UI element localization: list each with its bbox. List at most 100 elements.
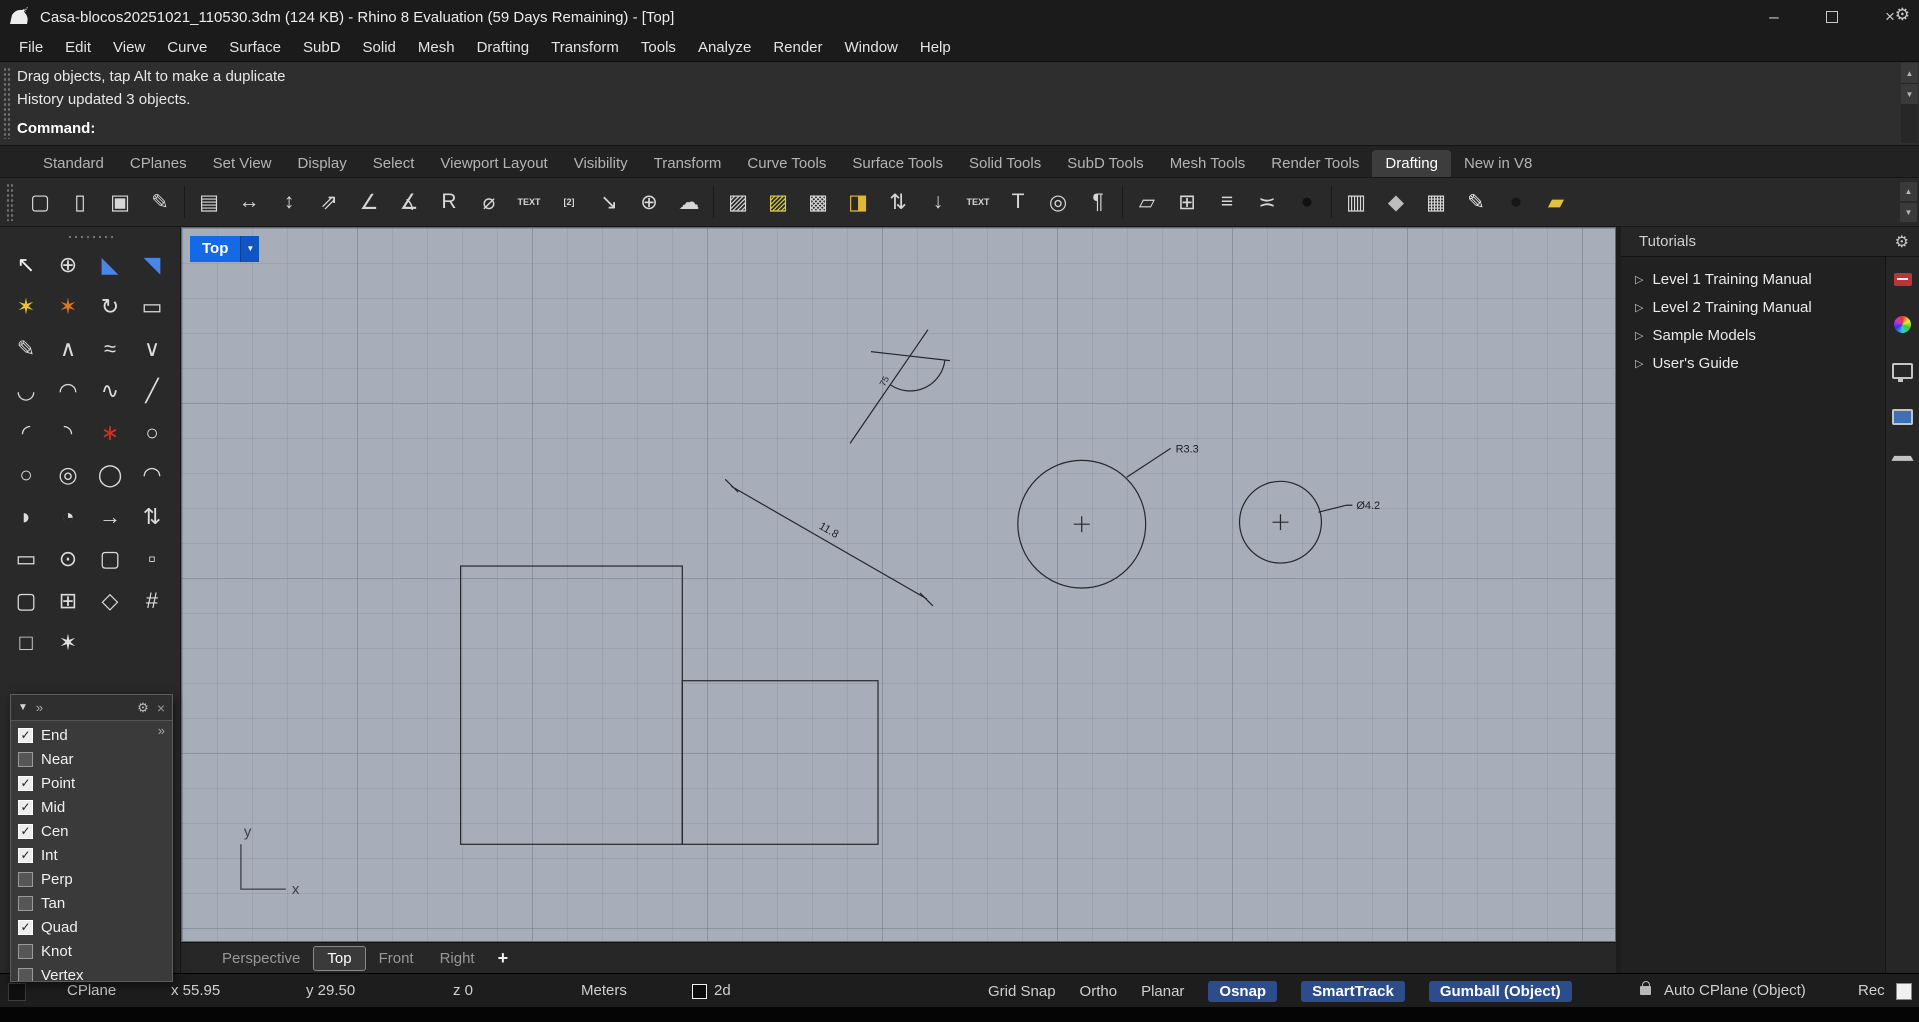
edit-template[interactable]: ✎ (140, 182, 180, 222)
toolbar-overflow-spinner[interactable]: ▲ ▼ (1900, 182, 1917, 223)
toolbar-tab[interactable]: Transform (641, 150, 735, 177)
tutorial-item[interactable]: ▷ User's Guide (1621, 349, 1885, 377)
osnap-item[interactable]: ✓ Near (11, 747, 172, 771)
tutorial-item[interactable]: ▷ Level 2 Training Manual (1621, 293, 1885, 321)
line-single[interactable]: ╱ (132, 371, 172, 411)
lock-icon[interactable] (1640, 981, 1651, 995)
model-box[interactable]: ◆ (1376, 182, 1416, 222)
menu-item[interactable]: Solid (352, 39, 407, 56)
hatch-yellow[interactable]: ▨ (758, 182, 798, 222)
menu-item[interactable]: Render (762, 39, 833, 56)
curve-through-points[interactable]: ∗ (90, 413, 130, 453)
select-brush[interactable]: ⊕ (48, 245, 88, 285)
learn-panel-icon[interactable] (1891, 455, 1914, 461)
menu-item[interactable]: Edit (54, 39, 102, 56)
dim-linear[interactable]: ↔ (229, 182, 269, 222)
menu-item[interactable]: Analyze (687, 39, 762, 56)
menu-item[interactable]: Drafting (466, 39, 541, 56)
menu-item[interactable]: Window (834, 39, 909, 56)
toolbar-tab[interactable]: Display (285, 150, 360, 177)
open-file[interactable]: ▯ (60, 182, 100, 222)
folder-open-yellow[interactable]: ▰ (1536, 182, 1576, 222)
scroll-up-button[interactable]: ▲ (1901, 63, 1918, 83)
tutorial-item[interactable]: ▷ Sample Models (1621, 321, 1885, 349)
osnap-item[interactable]: ✓ Perp (11, 867, 172, 891)
rounded-rect[interactable]: ▢ (6, 581, 46, 621)
osnap-overflow-icon[interactable]: » (158, 723, 165, 738)
viewport-tab[interactable]: Top (313, 945, 366, 971)
toolbar-tab[interactable]: Standard (30, 150, 117, 177)
toolbar-tab[interactable]: Surface Tools (839, 150, 956, 177)
curve-blend[interactable]: ◜ (6, 413, 46, 453)
print-layout[interactable]: ▥ (1336, 182, 1376, 222)
record-history-checkbox[interactable] (1896, 983, 1912, 1000)
expand-arrow-icon[interactable]: ▷ (1635, 301, 1643, 314)
osnap-item[interactable]: ✓ Int (11, 843, 172, 867)
record-history-label[interactable]: Rec (1858, 974, 1885, 1008)
menu-item[interactable]: View (102, 39, 156, 56)
align-spacing[interactable]: ≍ (1247, 182, 1287, 222)
checkbox[interactable]: ✓ (18, 727, 33, 743)
menu-item[interactable]: Curve (156, 39, 218, 56)
chevrons-icon[interactable]: » (36, 700, 43, 715)
color-wheel-icon[interactable] (1894, 316, 1911, 333)
panel-gear-icon[interactable]: ⚙ (1895, 232, 1909, 252)
toolbar-tab[interactable]: Select (360, 150, 428, 177)
screen-panel-icon[interactable] (1892, 409, 1913, 425)
layer-swatch[interactable] (692, 984, 707, 999)
osnap-item[interactable]: ✓ Point (11, 771, 172, 795)
viewport-tab[interactable]: Perspective (209, 947, 313, 970)
osnap-item[interactable]: ✓ Vertex (11, 963, 172, 981)
command-scrollbar[interactable]: ▲ ▼ (1901, 63, 1918, 143)
restore-button[interactable] (1803, 0, 1861, 34)
menu-item[interactable]: File (8, 39, 54, 56)
toolbar-tab[interactable]: SubD Tools (1054, 150, 1156, 177)
viewport-title-dropdown[interactable]: ▼ (240, 236, 260, 262)
checkbox[interactable]: ✓ (18, 919, 33, 935)
torus[interactable]: ⊙ (48, 539, 88, 579)
osnap-close-icon[interactable]: × (157, 700, 165, 716)
arc-tangent[interactable]: ◔ (48, 497, 88, 537)
menu-item[interactable]: SubD (292, 39, 352, 56)
leader[interactable]: ↘ (589, 182, 629, 222)
viewport-tab[interactable]: Front (366, 947, 427, 970)
drafting-pen[interactable]: ✎ (1456, 182, 1496, 222)
status-toggle[interactable]: Gumball (Object) (1428, 980, 1572, 1002)
command-area[interactable]: Drag objects, tap Alt to make a duplicat… (0, 62, 1919, 146)
osnap-item[interactable]: ✓ Mid (11, 795, 172, 819)
duplicate-sheet[interactable]: ▦ (1416, 182, 1456, 222)
tutorials-tab-icon[interactable] (1893, 273, 1912, 286)
rect-dashed[interactable]: ▫ (132, 539, 172, 579)
dim-radius[interactable]: R (429, 182, 469, 222)
expand-arrow-icon[interactable]: ▷ (1635, 329, 1643, 342)
curve-extend[interactable]: ◝ (48, 413, 88, 453)
angle-dimension-lines[interactable] (849, 329, 950, 444)
osnap-burst[interactable]: ✶ (6, 287, 46, 327)
viewport-title-button[interactable]: Top ▼ (190, 236, 260, 262)
osnap-item[interactable]: ✓ Knot (11, 939, 172, 963)
status-toggle[interactable]: Grid Snap (988, 983, 1056, 1000)
command-area-grip[interactable] (3, 67, 11, 139)
dim-evaluate[interactable]: ↓ (918, 182, 958, 222)
checkbox[interactable]: ✓ (18, 943, 33, 959)
viewport-top[interactable]: Top ▼ R3.3 Ø4.2 11.8 75 y x (181, 227, 1616, 942)
diameter-dimension-label[interactable]: Ø4.2 (1356, 500, 1380, 512)
match-properties[interactable]: ◨ (838, 182, 878, 222)
select-pointer[interactable]: ↖ (6, 245, 46, 285)
cplane-set[interactable]: ◣ (90, 245, 130, 285)
display-panel-icon[interactable] (1892, 363, 1913, 382)
toolbar-tab[interactable]: CPlanes (117, 150, 200, 177)
hatch[interactable]: ▨ (718, 182, 758, 222)
polygon[interactable]: ◇ (90, 581, 130, 621)
radius-dimension-label[interactable]: R3.3 (1176, 443, 1199, 455)
arc-center[interactable]: ◠ (132, 455, 172, 495)
rect-corner-pts[interactable]: # (132, 581, 172, 621)
dim-angle[interactable]: ∡ (389, 182, 429, 222)
curve-sketch[interactable]: ∿ (90, 371, 130, 411)
point-updown[interactable]: ⇅ (132, 497, 172, 537)
units-indicator[interactable]: Meters (581, 974, 627, 1008)
toolbar-tab[interactable]: Curve Tools (734, 150, 839, 177)
auto-cplane-indicator[interactable]: Auto CPlane (Object) (1664, 974, 1806, 1008)
dim-aligned[interactable]: ⇗ (309, 182, 349, 222)
named-views[interactable]: ▭ (132, 287, 172, 327)
